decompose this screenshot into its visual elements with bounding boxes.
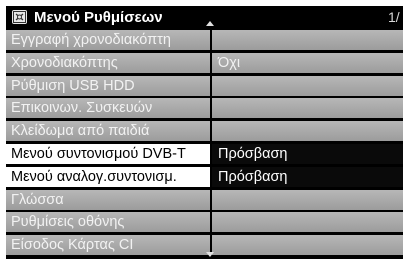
triangle-down-icon[interactable] <box>206 252 214 257</box>
menu-item-value <box>212 30 403 50</box>
menu-item-label: Χρονοδιακόπτης <box>6 52 210 73</box>
menu-item-language[interactable]: Γλώσσα <box>6 189 403 210</box>
menu-item-value: Όχι <box>212 52 403 73</box>
menu-item-value <box>212 235 403 256</box>
menu-item-value <box>212 212 403 233</box>
menu-title: Μενού Ρυθμίσεων <box>34 9 163 26</box>
menu-item-label: Γλώσσα <box>6 189 210 210</box>
settings-menu-icon <box>12 10 27 24</box>
menu-item-ci-card-input[interactable]: Είσοδος Κάρτας CI <box>6 235 403 256</box>
menu-item-timer-recording[interactable]: Εγγραφή χρονοδιακόπτη <box>6 30 403 50</box>
menu-item-device-link[interactable]: Επικοινων. Συσκευών <box>6 98 403 119</box>
menu-item-label: Μενού αναλογ.συντονισμ. <box>6 166 210 187</box>
menu-item-label: Ρύθμιση USB HDD <box>6 75 210 96</box>
menu-item-label: Επικοινων. Συσκευών <box>6 98 210 119</box>
menu-item-label: Εγγραφή χρονοδιακόπτη <box>6 30 210 50</box>
menu-item-value <box>212 189 403 210</box>
menu-item-label: Μενού συντονισμού DVB-T <box>6 144 210 164</box>
menu-item-dvb-t-tuning[interactable]: Μενού συντονισμού DVB-T Πρόσβαση <box>6 144 403 164</box>
menu-item-child-lock[interactable]: Κλείδωμα από παιδιά <box>6 121 403 142</box>
menu-title-bar: Μενού Ρυθμίσεων 1/ <box>6 6 403 30</box>
setup-menu: Μενού Ρυθμίσεων 1/ Εγγραφή χρονοδιακόπτη… <box>6 6 403 259</box>
menu-item-analogue-tuning[interactable]: Μενού αναλογ.συντονισμ. Πρόσβαση <box>6 166 403 187</box>
menu-item-value: Πρόσβαση <box>212 144 403 164</box>
menu-item-label: Είσοδος Κάρτας CI <box>6 235 210 256</box>
menu-item-value <box>212 98 403 119</box>
menu-item-timer[interactable]: Χρονοδιακόπτης Όχι <box>6 52 403 73</box>
menu-item-label: Ρυθμίσεις οθόνης <box>6 212 210 233</box>
menu-item-display-settings[interactable]: Ρυθμίσεις οθόνης <box>6 212 403 233</box>
triangle-up-icon[interactable] <box>206 21 214 26</box>
menu-item-usb-hdd-setup[interactable]: Ρύθμιση USB HDD <box>6 75 403 96</box>
page-indicator: 1/ <box>388 9 400 25</box>
menu-item-value <box>212 75 403 96</box>
menu-item-label: Κλείδωμα από παιδιά <box>6 121 210 142</box>
menu-item-value: Πρόσβαση <box>212 166 403 187</box>
menu-item-value <box>212 121 403 142</box>
